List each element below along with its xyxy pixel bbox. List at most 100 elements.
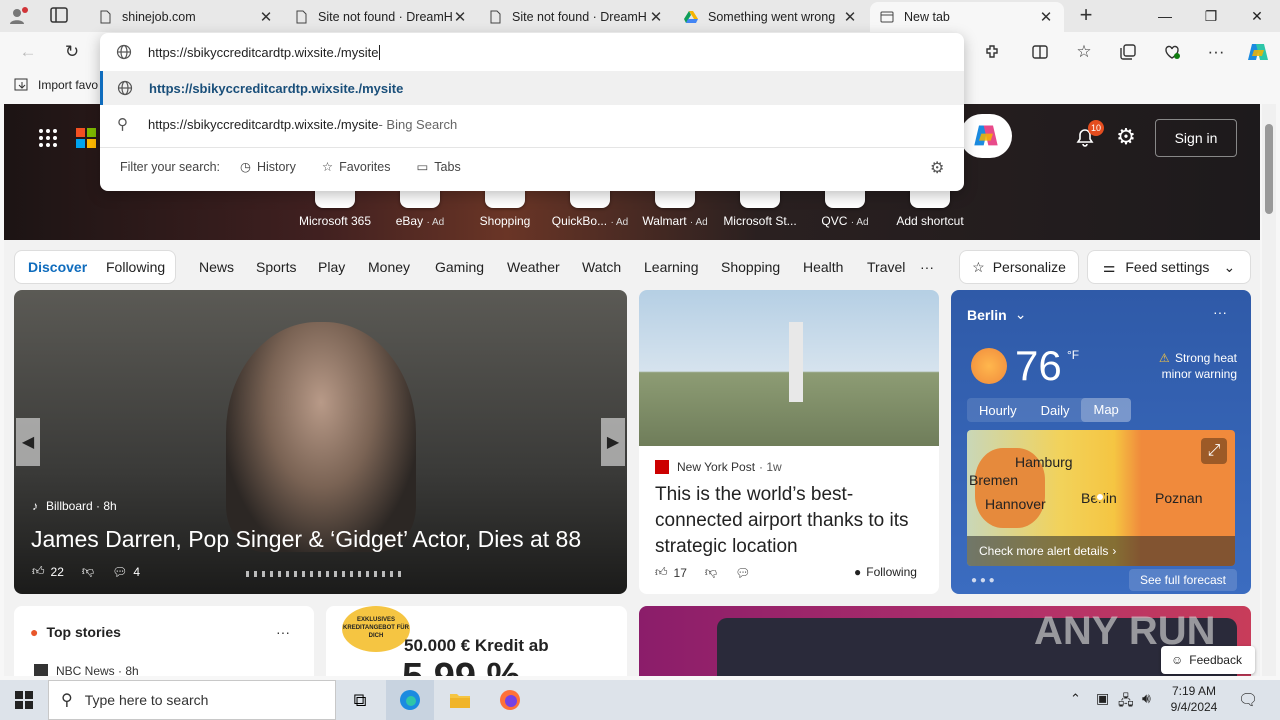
taskbar-search-box[interactable]: ⚲ Type here to search: [48, 680, 336, 720]
show-hidden-icons[interactable]: ⌃: [1070, 691, 1081, 707]
new-tab-plus-icon[interactable]: +: [1074, 4, 1098, 28]
like-icon[interactable]: 👍︎: [655, 565, 668, 580]
device-icon[interactable]: ▣: [1096, 690, 1109, 707]
tab-site-not-found-2[interactable]: Site not found · DreamH ✕: [478, 2, 674, 32]
copilot-icon[interactable]: [1242, 36, 1274, 68]
tab-daily[interactable]: Daily: [1029, 403, 1082, 418]
refresh-icon[interactable]: ↻: [56, 36, 88, 68]
nav-watch[interactable]: Watch: [582, 259, 621, 275]
page-scrollbar[interactable]: [1262, 104, 1276, 676]
expand-map-icon[interactable]: ⤢: [1201, 438, 1227, 464]
story-headline[interactable]: James Darren, Pop Singer & ‘Gidget’ Acto…: [31, 526, 581, 553]
airport-story-card[interactable]: New York Post · 1w This is the world’s b…: [639, 290, 939, 594]
close-tab-icon[interactable]: ✕: [452, 8, 468, 26]
quick-link-label: Microsoft 365: [298, 214, 372, 228]
address-bar[interactable]: https://sbikyccreditcardtp.wixsite./mysi…: [116, 42, 956, 62]
ad-card[interactable]: EXKLUSIVES KREDITANGEBOT FÜR DICH 50.000…: [326, 606, 627, 676]
tab-discover[interactable]: Discover: [28, 259, 87, 275]
import-favorites-link[interactable]: Import favo: [14, 78, 98, 92]
file-explorer-icon[interactable]: [436, 680, 484, 720]
following-indicator[interactable]: ● Following: [854, 565, 917, 579]
filter-favorites[interactable]: ☆ Favorites: [322, 159, 391, 175]
nav-weather[interactable]: Weather: [507, 259, 560, 275]
tab-something-went-wrong[interactable]: Something went wrong ✕: [674, 2, 868, 32]
browser-essentials-icon[interactable]: [1156, 36, 1188, 68]
nav-more-icon[interactable]: ···: [920, 259, 934, 275]
tab-hourly[interactable]: Hourly: [967, 403, 1029, 418]
copilot-button[interactable]: [960, 114, 1012, 158]
nav-news[interactable]: News: [199, 259, 234, 275]
app-launcher-icon[interactable]: [38, 128, 58, 148]
tab-new-tab[interactable]: New tab ✕: [870, 2, 1064, 32]
task-view-icon[interactable]: ⧉: [336, 680, 384, 720]
close-tab-icon[interactable]: ✕: [648, 8, 664, 26]
more-menu-icon[interactable]: ···: [1200, 36, 1232, 68]
weather-card[interactable]: Berlin ⌄ ··· 76 °F ⚠ Strong heat minor w…: [951, 290, 1251, 594]
filter-history[interactable]: ◷ History: [240, 159, 296, 175]
network-icon[interactable]: 🖧︎: [1118, 690, 1134, 714]
weather-more-icon[interactable]: ···: [1213, 304, 1227, 320]
nav-money[interactable]: Money: [368, 259, 410, 275]
alert-details-link[interactable]: Check more alert details ›: [967, 536, 1235, 566]
feedback-button[interactable]: ☺ Feedback: [1161, 646, 1255, 674]
hero-story-card[interactable]: ◀ ▶ ♪ Billboard · 8h James Darren, Pop S…: [14, 290, 627, 594]
tab-map[interactable]: Map: [1081, 398, 1131, 422]
following-label: Following: [866, 565, 917, 579]
sign-in-button[interactable]: Sign in: [1155, 119, 1237, 157]
nav-play[interactable]: Play: [318, 259, 345, 275]
search-settings-gear-icon[interactable]: ⚙: [930, 158, 944, 178]
tab-shinejob[interactable]: shinejob.com ✕: [88, 2, 284, 32]
settings-gear-icon[interactable]: ⚙: [1114, 126, 1138, 150]
suggestion-search[interactable]: ⚲ https://sbikyccreditcardtp.wixsite./my…: [117, 107, 957, 141]
close-tab-icon[interactable]: ✕: [258, 8, 274, 26]
tab-following[interactable]: Following: [106, 259, 165, 275]
firefox-icon[interactable]: [486, 680, 534, 720]
close-tab-icon[interactable]: ✕: [842, 8, 858, 26]
nav-shopping[interactable]: Shopping: [721, 259, 780, 275]
minimize-icon[interactable]: —: [1142, 0, 1188, 32]
like-icon[interactable]: 👍︎: [32, 564, 45, 579]
feed-settings-button[interactable]: ⚌ Feed settings ⌄: [1087, 250, 1251, 284]
collections-icon[interactable]: [1112, 36, 1144, 68]
notifications-bell-icon[interactable]: 10: [1074, 120, 1104, 150]
start-button[interactable]: [0, 680, 48, 720]
filter-tabs[interactable]: ▭ Tabs: [416, 159, 460, 175]
tab-actions-icon[interactable]: [50, 7, 70, 25]
carousel-prev-icon[interactable]: ◀: [16, 418, 40, 466]
close-window-icon[interactable]: ✕: [1234, 0, 1280, 32]
top-stories-more-icon[interactable]: ···: [276, 624, 290, 640]
story-headline[interactable]: This is the world’s best-connected airpo…: [655, 482, 925, 560]
comment-icon[interactable]: 💬︎: [735, 566, 750, 580]
heat-alert[interactable]: ⚠ Strong heat minor warning: [1137, 350, 1237, 382]
split-screen-icon[interactable]: [1024, 36, 1056, 68]
extensions-icon[interactable]: [976, 36, 1008, 68]
nav-gaming[interactable]: Gaming: [435, 259, 484, 275]
carousel-next-icon[interactable]: ▶: [601, 418, 625, 466]
comment-icon[interactable]: 💬︎: [112, 565, 127, 579]
close-tab-icon[interactable]: ✕: [1038, 8, 1054, 26]
full-forecast-button[interactable]: See full forecast: [1129, 569, 1237, 591]
restore-icon[interactable]: ❐: [1188, 0, 1234, 32]
dislike-icon[interactable]: 👎︎: [705, 565, 717, 580]
clock[interactable]: 7:19 AM 9/4/2024: [1166, 683, 1222, 715]
profile-icon[interactable]: [8, 6, 34, 26]
scrollbar-thumb[interactable]: [1265, 124, 1273, 214]
back-icon[interactable]: ←: [12, 36, 44, 68]
weather-map[interactable]: Hamburg Bremen Hannover Berlin Poznan ⤢ …: [967, 430, 1235, 566]
volume-icon[interactable]: 🔊︎: [1142, 690, 1151, 707]
address-input[interactable]: https://sbikyccreditcardtp.wixsite./mysi…: [148, 44, 381, 60]
tab-site-not-found-1[interactable]: Site not found · DreamH ✕: [284, 2, 478, 32]
personalize-button[interactable]: ☆ Personalize: [959, 250, 1079, 284]
nav-sports[interactable]: Sports: [256, 259, 296, 275]
nav-learning[interactable]: Learning: [644, 259, 699, 275]
nav-travel[interactable]: Travel: [867, 259, 905, 275]
dislike-icon[interactable]: 👎︎: [82, 564, 94, 579]
edge-app-icon[interactable]: [386, 680, 434, 720]
city-selector[interactable]: Berlin ⌄: [967, 306, 1026, 323]
suggestion-url[interactable]: https://sbikyccreditcardtp.wixsite./mysi…: [100, 71, 964, 105]
favorites-star-icon[interactable]: ☆: [1068, 36, 1100, 68]
notification-center-icon[interactable]: 🗨︎: [1238, 690, 1258, 710]
weather-page-dots[interactable]: ● ● ●: [971, 575, 995, 586]
nav-health[interactable]: Health: [803, 259, 843, 275]
carousel-dots[interactable]: [246, 571, 406, 577]
